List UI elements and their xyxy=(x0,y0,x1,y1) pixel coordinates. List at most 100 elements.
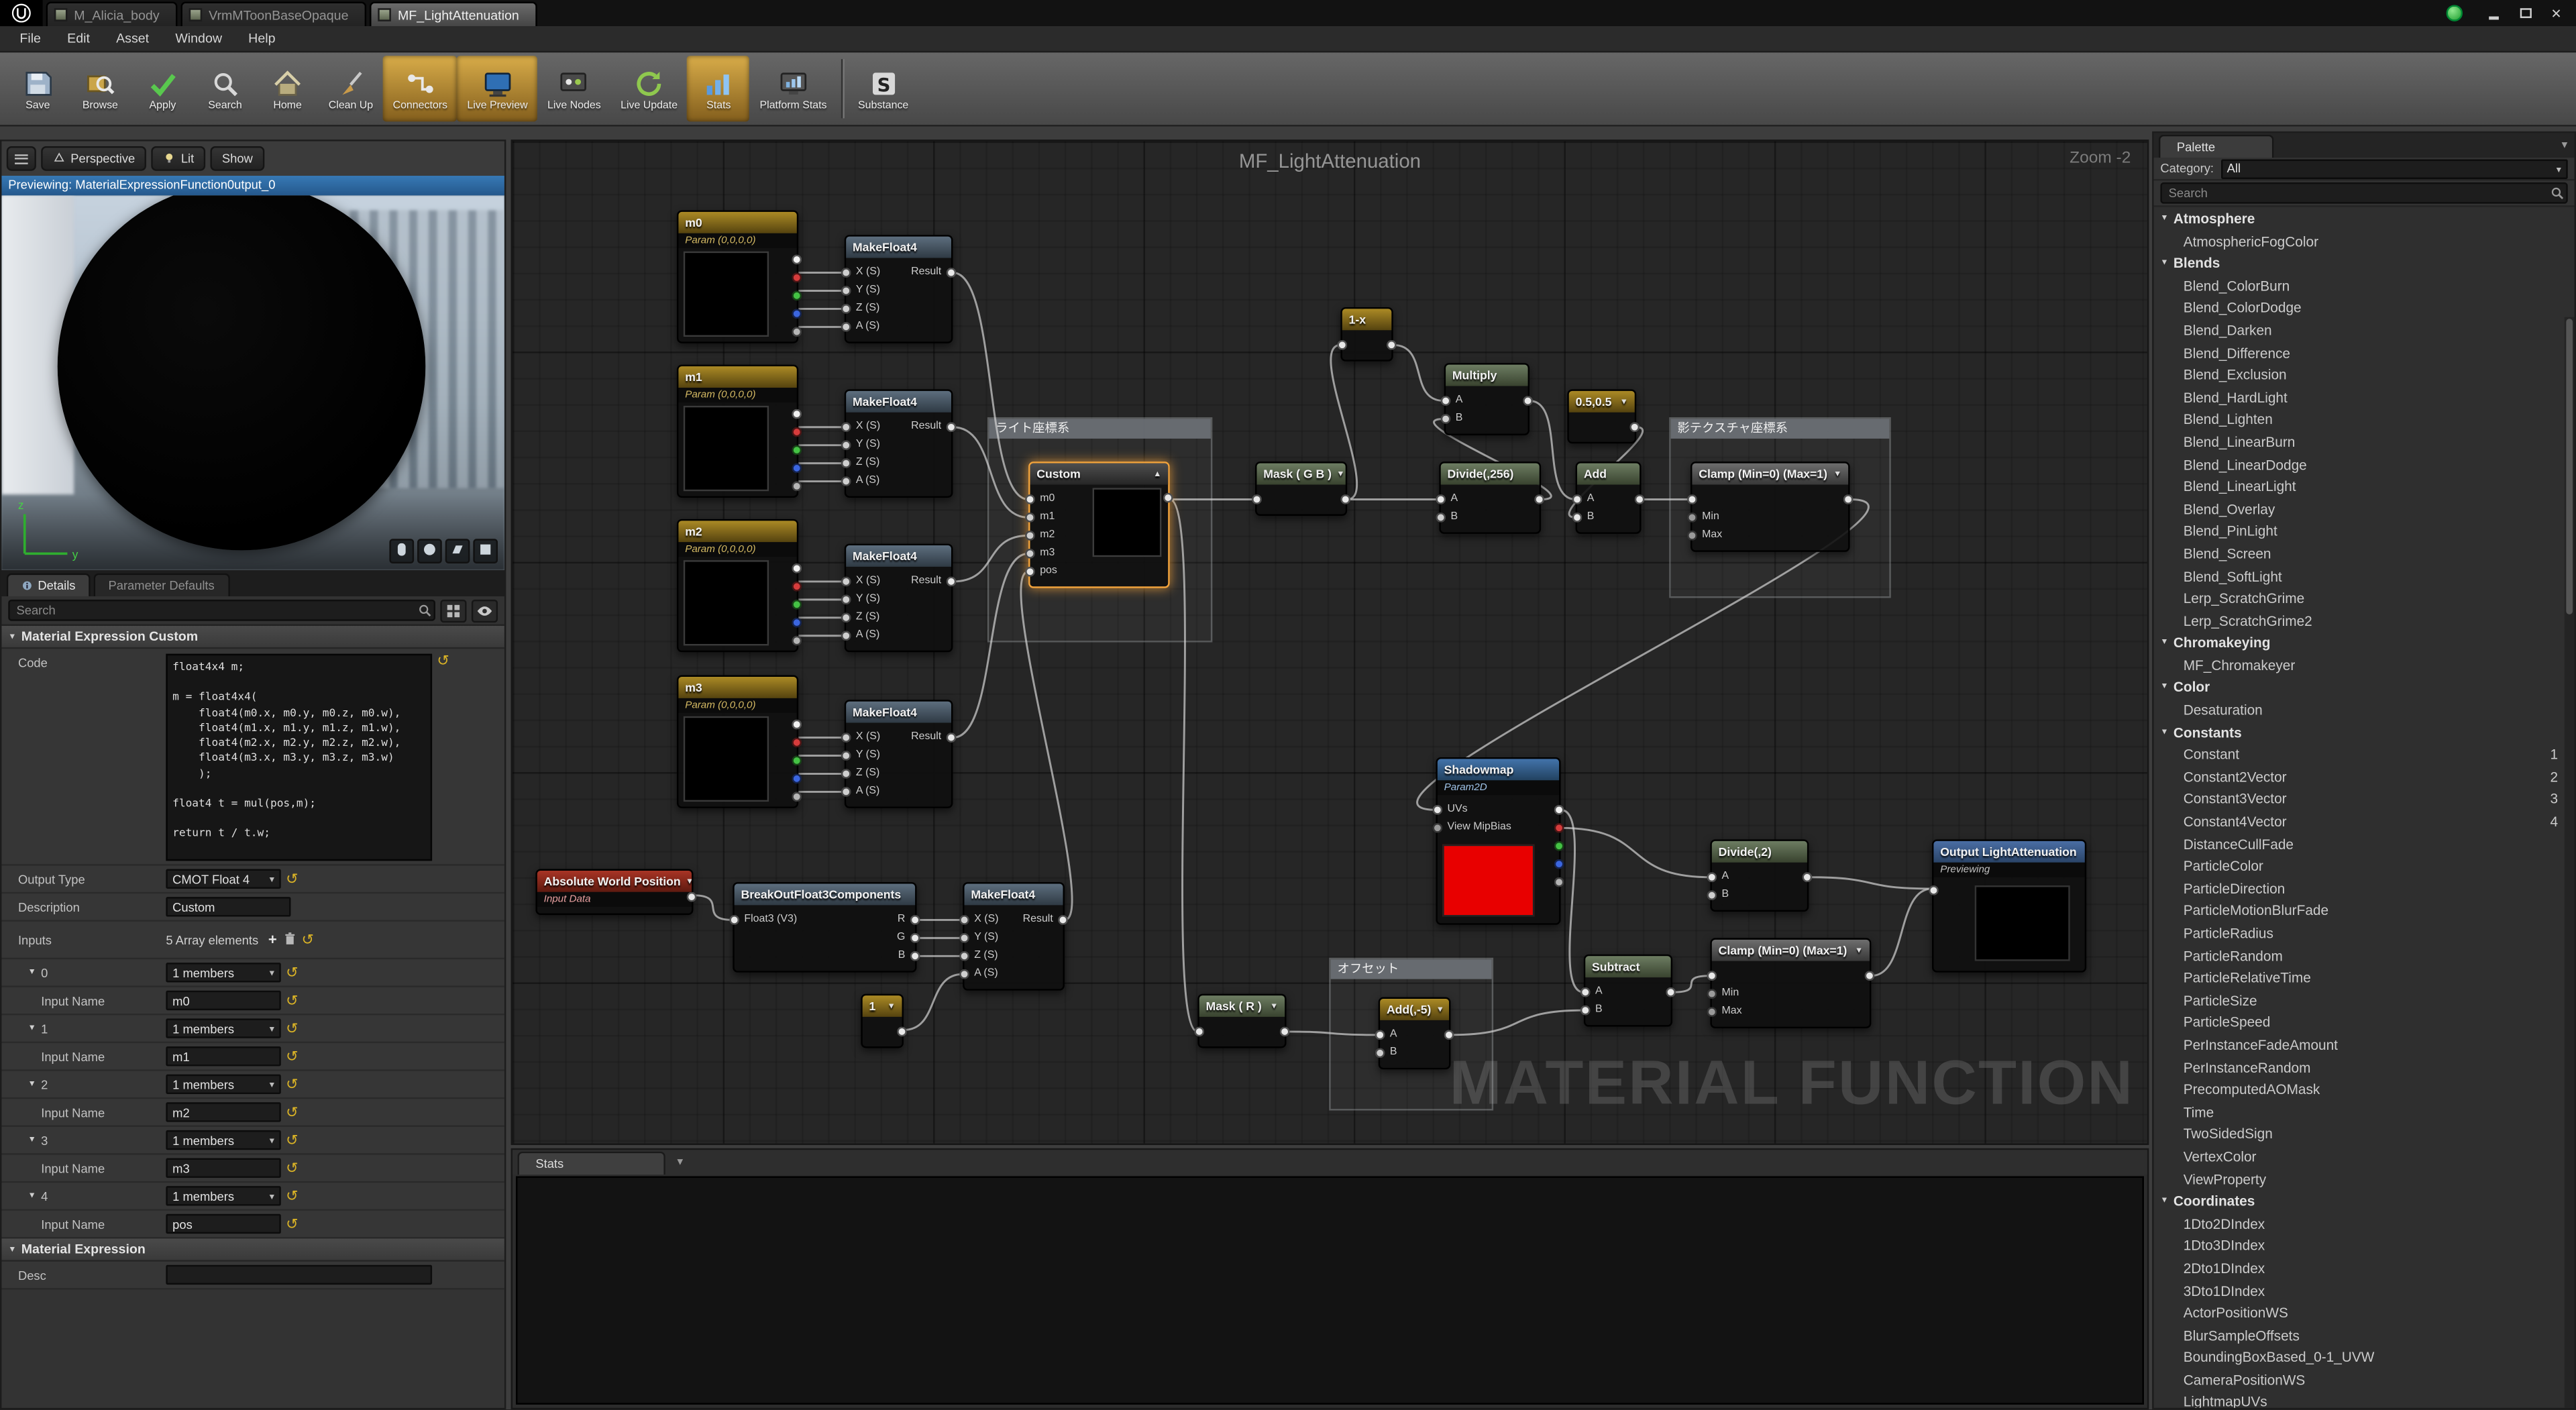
output-pin[interactable] xyxy=(947,732,957,742)
input-pin[interactable] xyxy=(1025,494,1035,504)
palette-item-blend-pinlight[interactable]: Blend_PinLight xyxy=(2154,521,2575,543)
palette-item-blend-colorburn[interactable]: Blend_ColorBurn xyxy=(2154,276,2575,298)
output-pin[interactable] xyxy=(792,445,802,455)
palette-item-1dto2dindex[interactable]: 1Dto2DIndex xyxy=(2154,1213,2575,1236)
input-pin[interactable] xyxy=(1436,512,1446,522)
preview-shape-plane-button[interactable] xyxy=(445,539,470,563)
node-m1[interactable]: m1Param (0,0,0,0) xyxy=(677,365,798,498)
code-field[interactable]: float4x4 m; m = float4x4( float4(m0.x, m… xyxy=(166,654,432,861)
input-pin[interactable] xyxy=(1687,530,1697,540)
palette-item-perinstancefadeamount[interactable]: PerInstanceFadeAmount xyxy=(2154,1035,2575,1057)
toolbar-browse-button[interactable]: Browse xyxy=(69,56,131,121)
chevron-down-icon[interactable]: ▼ xyxy=(681,877,692,887)
output-pin[interactable] xyxy=(1340,494,1350,504)
chevron-down-icon[interactable]: ▼ xyxy=(676,1157,686,1167)
input-pin[interactable] xyxy=(1025,512,1035,522)
palette-item-atmosphericfogcolor[interactable]: AtmosphericFogColor xyxy=(2154,231,2575,253)
node-halves[interactable]: 0.5,0.5▼ xyxy=(1567,389,1636,443)
output-pin[interactable] xyxy=(792,738,802,748)
input-pin[interactable] xyxy=(841,630,851,640)
output-pin[interactable] xyxy=(792,773,802,783)
input-pin[interactable] xyxy=(1194,1026,1204,1036)
palette-item-particlesize[interactable]: ParticleSize xyxy=(2154,990,2575,1012)
palette-item-constant4vector[interactable]: Constant4Vector4 xyxy=(2154,812,2575,834)
palette-item-camerapositionws[interactable]: CameraPositionWS xyxy=(2154,1370,2575,1392)
input-pin[interactable] xyxy=(729,914,739,924)
toolbar-live-update-button[interactable]: Live Update xyxy=(610,56,687,121)
output-pin[interactable] xyxy=(1635,494,1645,504)
node-clamp1[interactable]: Clamp (Min=0) (Max=1)▼MinMax xyxy=(1690,462,1850,552)
input-pin[interactable] xyxy=(1375,1029,1385,1039)
unreal-logo-icon[interactable] xyxy=(0,0,43,26)
input-pin[interactable] xyxy=(841,594,851,604)
output-pin[interactable] xyxy=(947,267,957,277)
input-pin[interactable] xyxy=(841,321,851,331)
category-dropdown[interactable]: All▼ xyxy=(2220,158,2568,178)
output-pin[interactable] xyxy=(1554,823,1564,833)
input-pin[interactable] xyxy=(959,932,969,942)
chevron-down-icon[interactable]: ▼ xyxy=(882,1001,895,1012)
preview-shape-sphere-button[interactable] xyxy=(417,539,442,563)
node-mf3[interactable]: MakeFloat4X (S)ResultY (S)Z (S)A (S) xyxy=(845,700,953,808)
palette-item-blend-exclusion[interactable]: Blend_Exclusion xyxy=(2154,365,2575,387)
palette-item-blend-lineardodge[interactable]: Blend_LinearDodge xyxy=(2154,454,2575,476)
output-pin[interactable] xyxy=(792,600,802,610)
input-0-name-field[interactable] xyxy=(166,991,280,1010)
node-oneminus[interactable]: 1-x xyxy=(1340,307,1393,362)
output-pin[interactable] xyxy=(792,756,802,766)
node-output[interactable]: Output LightAttenuationPreviewing xyxy=(1932,839,2086,972)
chevron-down-icon[interactable]: ▼ xyxy=(1431,1005,1444,1015)
reset-to-default-icon[interactable]: ↺ xyxy=(286,1105,298,1120)
wire[interactable] xyxy=(1809,877,1932,889)
output-pin[interactable] xyxy=(897,1026,907,1036)
output-pin[interactable] xyxy=(792,273,802,283)
comment-title[interactable]: 影テクスチャ座標系 xyxy=(1671,419,1890,438)
input-pin[interactable] xyxy=(1687,494,1697,504)
output-pin[interactable] xyxy=(910,951,920,961)
palette-item-blend-softlight[interactable]: Blend_SoftLight xyxy=(2154,566,2575,588)
toolbar-platform-stats-button[interactable]: Platform Stats xyxy=(750,56,837,121)
wire[interactable] xyxy=(1561,828,1711,877)
output-pin[interactable] xyxy=(947,576,957,586)
input-pin[interactable] xyxy=(841,786,851,796)
green-circle-icon[interactable] xyxy=(2447,5,2463,21)
node-div256[interactable]: Divide(,256)AB xyxy=(1439,462,1541,534)
palette-item-viewproperty[interactable]: ViewProperty xyxy=(2154,1169,2575,1191)
palette-item-2dto1dindex[interactable]: 2Dto1DIndex xyxy=(2154,1258,2575,1281)
wire[interactable] xyxy=(1672,976,1710,992)
output-pin[interactable] xyxy=(1058,914,1068,924)
wire[interactable] xyxy=(693,896,733,920)
output-pin[interactable] xyxy=(1163,493,1173,503)
input-pin[interactable] xyxy=(841,768,851,778)
chevron-down-icon[interactable]: ▼ xyxy=(1332,469,1344,479)
node-mf0[interactable]: MakeFloat4X (S)ResultY (S)Z (S)A (S) xyxy=(845,235,953,343)
output-pin[interactable] xyxy=(1523,395,1533,405)
output-pin[interactable] xyxy=(947,421,957,431)
viewport-menu-button[interactable] xyxy=(7,146,36,171)
input-pin[interactable] xyxy=(841,303,851,313)
node-m2[interactable]: m2Param (0,0,0,0) xyxy=(677,519,798,652)
palette-item-constant[interactable]: Constant1 xyxy=(2154,745,2575,767)
input-1-members-dropdown[interactable]: 1 members▼ xyxy=(166,1018,280,1038)
palette-category-coordinates[interactable]: ▼Coordinates xyxy=(2154,1191,2575,1213)
section-material-expression-custom[interactable]: ▼ Material Expression Custom xyxy=(1,626,504,649)
toolbar-home-button[interactable]: Home xyxy=(256,56,319,121)
input-pin[interactable] xyxy=(1580,987,1591,997)
node-addneg5[interactable]: Add(,-5)▼AB xyxy=(1379,997,1451,1070)
output-pin[interactable] xyxy=(1554,805,1564,815)
input-pin[interactable] xyxy=(1572,494,1582,504)
output-pin[interactable] xyxy=(910,914,920,924)
palette-item-particlecolor[interactable]: ParticleColor xyxy=(2154,856,2575,878)
palette-category-chromakeying[interactable]: ▼Chromakeying xyxy=(2154,633,2575,655)
reset-to-default-icon[interactable]: ↺ xyxy=(286,1160,298,1175)
output-pin[interactable] xyxy=(792,563,802,574)
eye-icon[interactable] xyxy=(472,599,498,622)
reset-to-default-icon[interactable]: ↺ xyxy=(286,871,298,886)
wire[interactable] xyxy=(904,974,963,1030)
collapse-icon[interactable]: ▲ xyxy=(1148,469,1161,479)
tab-stats[interactable]: Stats xyxy=(517,1152,665,1175)
output-pin[interactable] xyxy=(1554,859,1564,869)
palette-item-particledirection[interactable]: ParticleDirection xyxy=(2154,879,2575,901)
reset-to-default-icon[interactable]: ↺ xyxy=(286,1021,298,1036)
palette-item-time[interactable]: Time xyxy=(2154,1102,2575,1124)
